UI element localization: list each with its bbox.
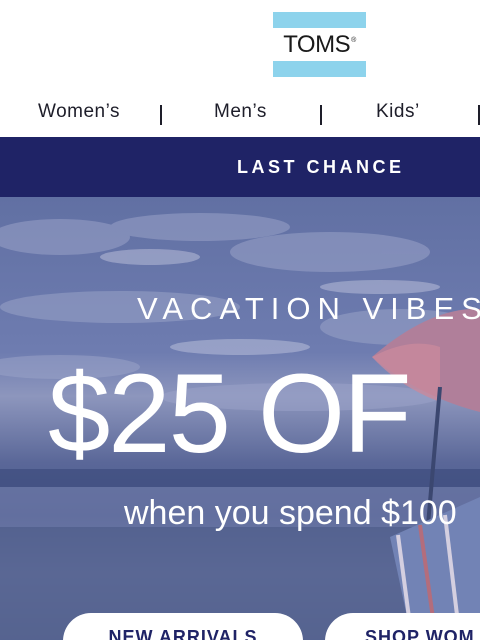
nav-item-womens[interactable]: Women’s bbox=[38, 101, 120, 123]
banner-text: LAST CHANCE bbox=[237, 156, 405, 177]
nav-separator bbox=[160, 105, 162, 125]
hero-subtitle: VACATION VIBES bbox=[137, 291, 480, 326]
nav-item-kids[interactable]: Kids’ bbox=[376, 101, 420, 123]
logo-stripe-bottom bbox=[273, 61, 366, 77]
logo-stripe-top bbox=[273, 12, 366, 28]
promo-banner[interactable]: LAST CHANCE bbox=[0, 137, 480, 197]
registered-mark: ® bbox=[351, 37, 356, 44]
main-nav: Women’s Men’s Kids’ bbox=[0, 95, 480, 138]
nav-separator bbox=[320, 105, 322, 125]
nav-separator bbox=[478, 105, 480, 125]
shop-womens-button[interactable]: SHOP WOM bbox=[325, 613, 480, 640]
logo-text: TOMS bbox=[283, 30, 351, 58]
hero-condition: when you spend $100 bbox=[124, 494, 457, 532]
hero-banner[interactable]: VACATION VIBES $25 OF when you spend $10… bbox=[0, 197, 480, 640]
hero-headline: $25 OF bbox=[48, 351, 412, 476]
new-arrivals-button[interactable]: NEW ARRIVALS bbox=[63, 613, 303, 640]
toms-logo[interactable]: TOMS ® bbox=[273, 12, 366, 77]
nav-item-mens[interactable]: Men’s bbox=[214, 101, 267, 123]
logo-wordmark: TOMS ® bbox=[273, 28, 366, 61]
site-header: TOMS ® bbox=[0, 0, 480, 95]
